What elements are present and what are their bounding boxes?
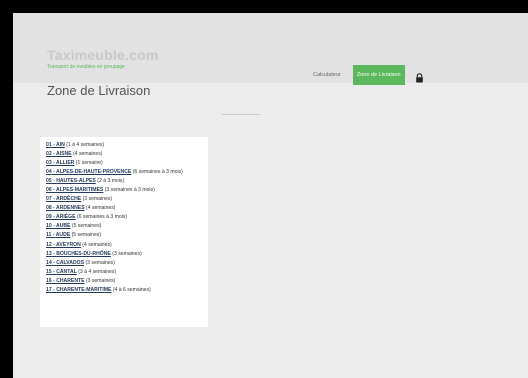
department-delay: (5 semaines) bbox=[71, 223, 102, 230]
logo-title[interactable]: Taximeuble.com bbox=[47, 48, 158, 62]
department-delay: (3 semaines) bbox=[85, 277, 116, 284]
list-item: 04 - ALPES-DE-HAUTE-PROVENCE (6 semaines… bbox=[46, 168, 208, 177]
logo-tagline: Transport de meubles en groupage bbox=[47, 64, 125, 70]
department-name-link[interactable]: ALPES-DE-HAUTE-PROVENCE bbox=[56, 169, 131, 175]
list-item: 11 - AUDE (5 semaines) bbox=[46, 231, 208, 240]
department-name-link[interactable]: AISNE bbox=[56, 151, 72, 157]
department-name-link[interactable]: AIN bbox=[56, 142, 65, 148]
list-item: 08 - ARDENNES (4 semaines) bbox=[46, 204, 208, 213]
department-delay: (1 semaine) bbox=[75, 160, 103, 167]
main-nav: Calculateur Zone de Livraison bbox=[313, 65, 424, 85]
nav-calculator-link[interactable]: Calculateur bbox=[313, 72, 341, 78]
list-item: 07 - ARDÈCHE (3 semaines) bbox=[46, 195, 208, 204]
department-delay: (1 à 4 semaines) bbox=[66, 142, 105, 148]
list-item: 14 - CALVADOS (3 semaines) bbox=[46, 259, 208, 268]
department-delay: (3 semaines à 3 mois) bbox=[104, 187, 155, 194]
department-name-link[interactable]: ARDÈCHE bbox=[56, 196, 81, 202]
department-name-link[interactable]: ALLIER bbox=[56, 160, 74, 166]
department-name-link[interactable]: CALVADOS bbox=[56, 260, 84, 266]
list-item: 01 - AIN (1 à 4 semaines) bbox=[46, 141, 208, 150]
page-title: Zone de Livraison bbox=[47, 83, 151, 98]
department-name-link[interactable]: CHARENTE-MARITIME bbox=[56, 287, 111, 293]
title-divider bbox=[222, 114, 260, 115]
nav-zone-livraison-link[interactable]: Zone de Livraison bbox=[352, 65, 405, 85]
department-delay: (4 semaines) bbox=[73, 151, 103, 158]
department-name-link[interactable]: BOUCHES-DU-RHÔNE bbox=[56, 251, 111, 257]
department-delay: (6 semaines à 3 mois) bbox=[76, 214, 128, 221]
list-item: 17 - CHARENTE-MARITIME (4 à 6 semaines) bbox=[46, 286, 208, 295]
department-delay: (4 semaines) bbox=[82, 241, 112, 248]
department-name-link[interactable]: CHARENTE bbox=[56, 278, 84, 284]
list-item: 10 - AUBE (5 semaines) bbox=[46, 222, 208, 231]
department-name-link[interactable]: HAUTES-ALPES bbox=[56, 178, 96, 184]
list-item: 06 - ALPES-MARITIMES (3 semaines à 3 moi… bbox=[46, 186, 208, 195]
list-item: 12 - AVEYRON (4 semaines) bbox=[46, 241, 208, 250]
department-delay: (3 semaines) bbox=[112, 250, 142, 257]
department-delay: (5 semaines) bbox=[71, 232, 102, 239]
department-delay: (3 semaines) bbox=[85, 259, 115, 266]
department-name-link[interactable]: ALPES-MARITIMES bbox=[56, 187, 103, 193]
list-item: 02 - AISNE (4 semaines) bbox=[46, 150, 208, 159]
department-delay: (3 à 4 semaines) bbox=[78, 268, 117, 275]
department-delay: (4 à 6 semaines) bbox=[112, 286, 151, 293]
department-delay: (4 semaines) bbox=[86, 205, 116, 212]
site-header: Taximeuble.com Transport de meubles en g… bbox=[13, 13, 528, 85]
department-list: 01 - AIN (1 à 4 semaines) 02 - AISNE (4 s… bbox=[40, 137, 208, 295]
department-list-panel: 01 - AIN (1 à 4 semaines) 02 - AISNE (4 s… bbox=[40, 137, 208, 327]
lock-icon[interactable] bbox=[415, 70, 424, 83]
department-name-link[interactable]: AUDE bbox=[56, 232, 70, 238]
site-logo[interactable]: Taximeuble.com Transport de meubles en g… bbox=[47, 48, 158, 70]
browser-viewport: Taximeuble.com Transport de meubles en g… bbox=[13, 13, 528, 378]
department-delay: (6 semaines à 3 mois) bbox=[132, 169, 183, 176]
department-name-link[interactable]: CANTAL bbox=[56, 269, 77, 275]
list-item: 09 - ARIÈGE (6 semaines à 3 mois) bbox=[46, 213, 208, 222]
department-name-link[interactable]: ARIÈGE bbox=[56, 214, 76, 220]
list-item: 05 - HAUTES-ALPES (2 à 3 mois) bbox=[46, 177, 208, 186]
department-name-link[interactable]: ARDENNES bbox=[56, 205, 85, 211]
department-delay: (3 semaines) bbox=[82, 196, 113, 203]
list-item: 03 - ALLIER (1 semaine) bbox=[46, 159, 208, 168]
list-item: 16 - CHARENTE (3 semaines) bbox=[46, 277, 208, 286]
department-name-link[interactable]: AUBE bbox=[56, 223, 70, 229]
list-item: 13 - BOUCHES-DU-RHÔNE (3 semaines) bbox=[46, 250, 208, 259]
department-name-link[interactable]: AVEYRON bbox=[56, 242, 81, 248]
department-delay: (2 à 3 mois) bbox=[97, 178, 125, 185]
list-item: 15 - CANTAL (3 à 4 semaines) bbox=[46, 268, 208, 277]
